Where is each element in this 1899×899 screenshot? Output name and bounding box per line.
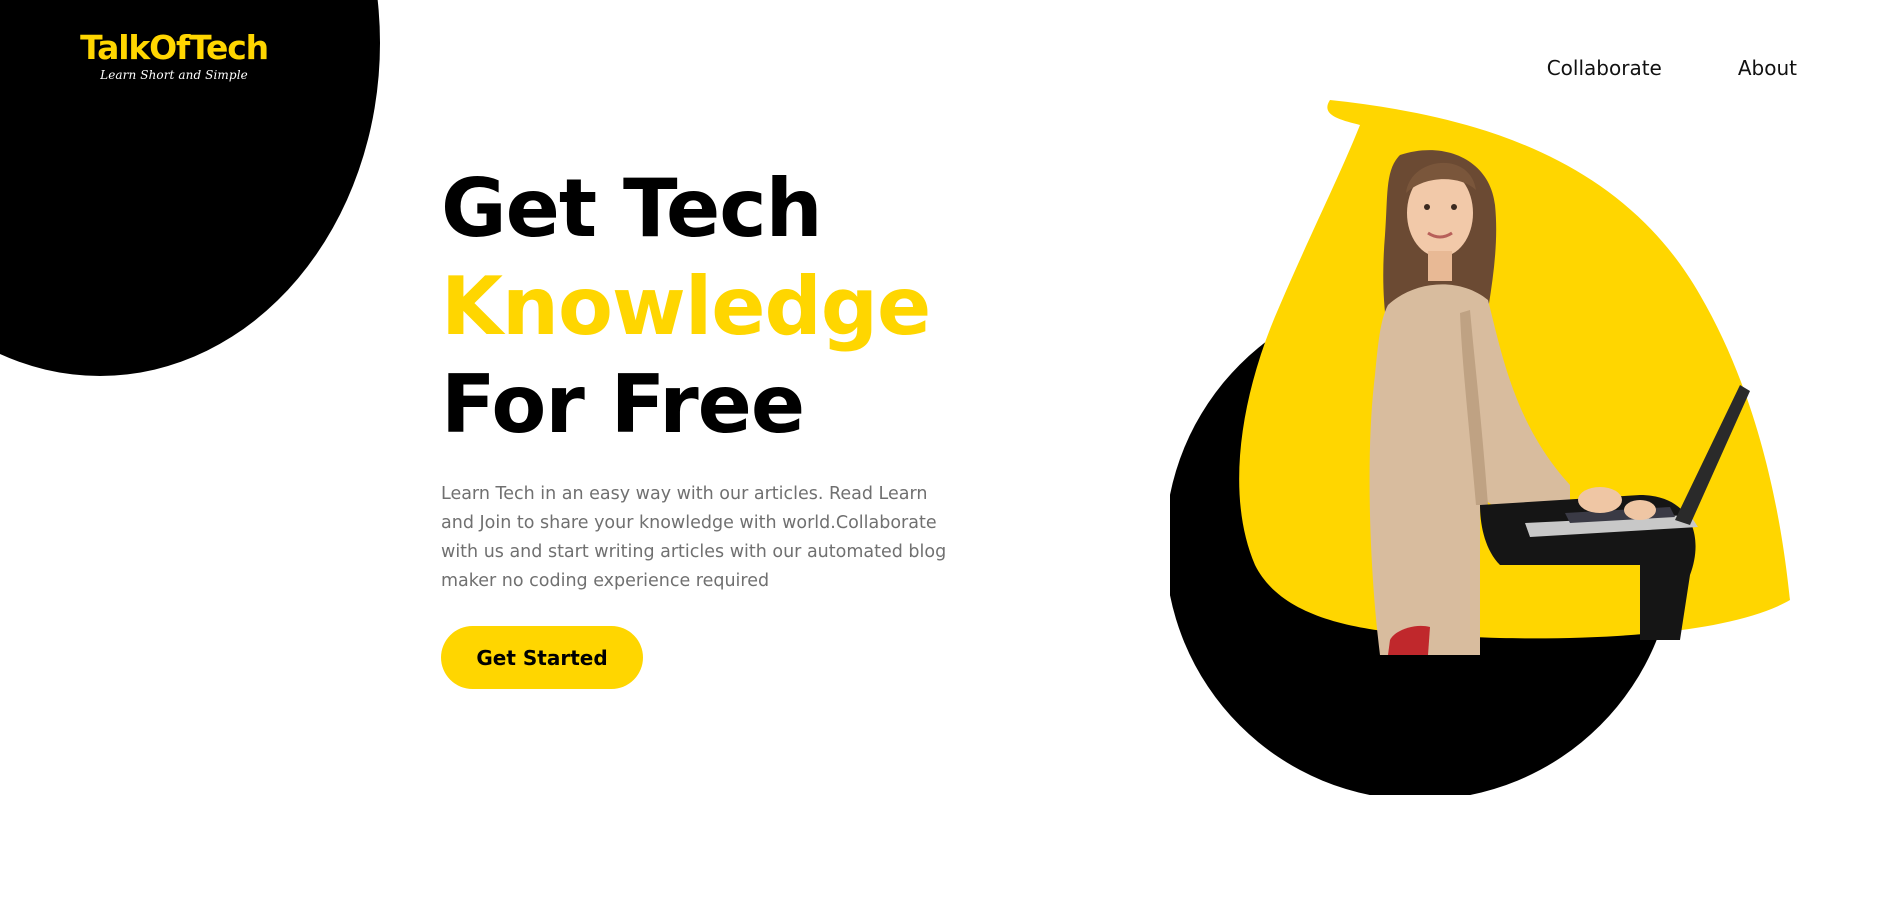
logo-title: TalkOfTech <box>80 28 269 67</box>
get-started-button[interactable]: Get Started <box>441 626 643 689</box>
hero-illustration <box>1170 95 1810 795</box>
hero-description: Learn Tech in an easy way with our artic… <box>441 484 947 591</box>
nav-link-about[interactable]: About <box>1738 56 1797 80</box>
logo[interactable]: TalkOfTech Learn Short and Simple <box>74 28 274 83</box>
nav-link-collaborate[interactable]: Collaborate <box>1547 56 1662 80</box>
illustration-svg <box>1170 100 1790 795</box>
hero-headline-line1: Get Tech <box>441 162 823 255</box>
hero-section: Get Tech Knowledge For Free Learn Tech i… <box>441 160 1001 689</box>
hero-headline-line3: For Free <box>441 358 805 451</box>
hero-headline-line2: Knowledge <box>441 260 931 353</box>
top-nav: Collaborate About <box>1547 56 1797 80</box>
hero-headline: Get Tech Knowledge For Free <box>441 160 1001 454</box>
logo-tagline: Learn Short and Simple <box>100 68 248 83</box>
landing-page: TalkOfTech Learn Short and Simple Collab… <box>0 0 1899 899</box>
